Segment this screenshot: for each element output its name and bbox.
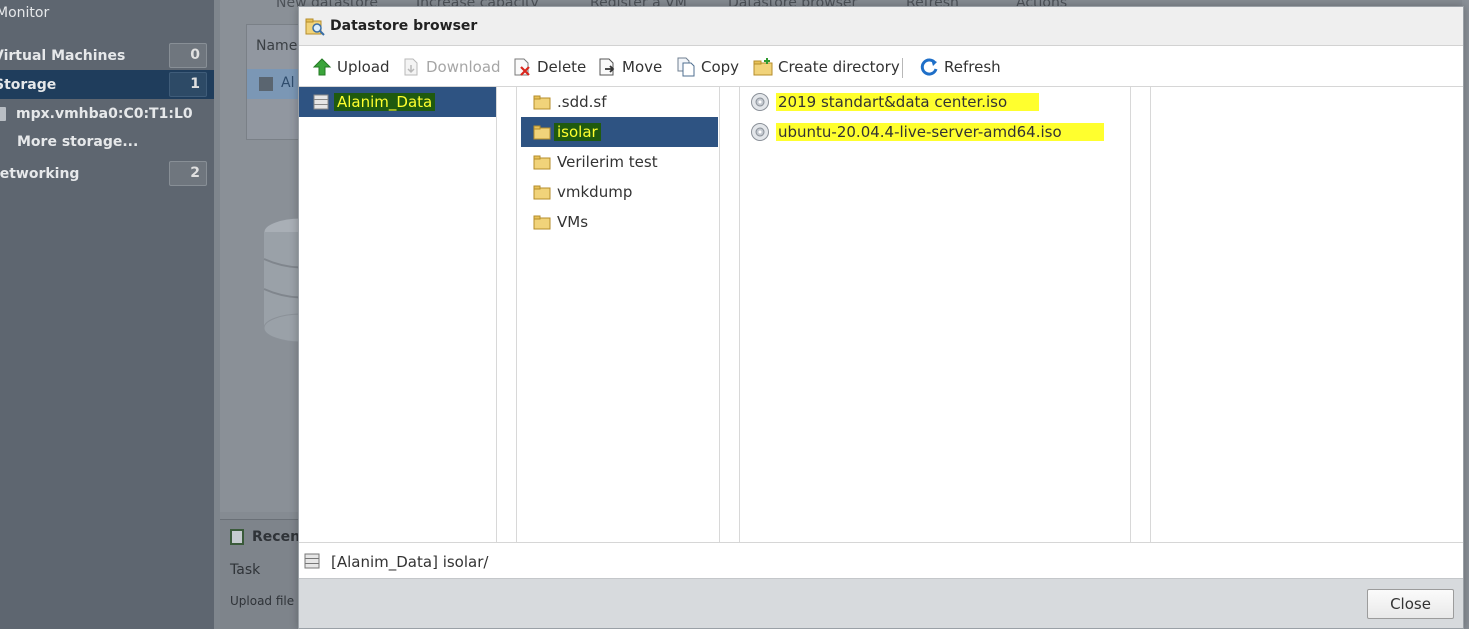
- create-directory-button[interactable]: Create directory: [753, 47, 900, 87]
- create-directory-label: Create directory: [778, 58, 900, 76]
- copy-label: Copy: [701, 58, 740, 76]
- folder-item-isolar[interactable]: isolar: [521, 117, 718, 147]
- disc-image-icon: [751, 93, 769, 111]
- folder-name: .sdd.sf: [557, 93, 607, 111]
- datastore-list: Alanim_Data |||: [299, 87, 519, 542]
- download-icon: [404, 58, 418, 76]
- file-item-ubuntu-iso[interactable]: ubuntu-20.04.4-live-server-amd64.iso: [750, 117, 1120, 147]
- file-details-pane: [1151, 87, 1463, 542]
- move-label: Move: [622, 58, 663, 76]
- folder-name: Verilerim test: [557, 153, 658, 171]
- dialog-footer: Close: [299, 578, 1463, 628]
- upload-button[interactable]: Upload: [312, 47, 390, 87]
- sidebar-item-mpx-device[interactable]: mpx.vmhba0:C0:T1:L0: [0, 99, 214, 128]
- folder-item-sdd-sf[interactable]: .sdd.sf: [521, 87, 718, 117]
- move-icon: [599, 58, 615, 76]
- upload-label: Upload: [337, 58, 390, 76]
- column-gutter: [497, 87, 517, 542]
- sidebar-item-label: Virtual Machines: [0, 47, 126, 64]
- folder-icon: [533, 125, 551, 140]
- sidebar-item-virtual-machines[interactable]: Virtual Machines 0: [0, 41, 214, 70]
- current-path: [Alanim_Data] isolar/: [331, 553, 489, 571]
- sidebar-item-label: Monitor: [0, 5, 50, 21]
- folder-list: .sdd.sf isolar Verilerim test vmkdump VM…: [517, 87, 741, 542]
- refresh-label: Refresh: [944, 58, 1001, 76]
- path-status-bar: [Alanim_Data] isolar/: [299, 542, 1463, 578]
- folder-icon: [533, 215, 551, 230]
- folder-name: isolar: [554, 123, 601, 141]
- folder-icon: [533, 155, 551, 170]
- file-name: ubuntu-20.04.4-live-server-amd64.iso: [776, 123, 1104, 141]
- download-label: Download: [426, 58, 501, 76]
- datastore-name: Alanim_Data: [334, 93, 436, 111]
- disc-image-icon: [751, 123, 769, 141]
- folder-item-vmkdump[interactable]: vmkdump: [521, 177, 718, 207]
- sidebar-item-label: More storage...: [17, 133, 139, 150]
- datastore-icon: [304, 553, 320, 569]
- copy-button[interactable]: Copy: [676, 47, 739, 87]
- column-gutter: [720, 87, 740, 542]
- datastore-browser-dialog: Datastore browser Upload Download Delete: [298, 6, 1464, 629]
- delete-button[interactable]: Delete: [512, 47, 586, 87]
- new-folder-icon: [753, 58, 773, 76]
- column-header-name: Name: [256, 38, 298, 54]
- datastore-browser-icon: [305, 18, 325, 36]
- upload-arrow-icon: [312, 58, 332, 76]
- file-item-2019-iso[interactable]: 2019 standart&data center.iso: [750, 87, 1120, 117]
- delete-label: Delete: [537, 58, 587, 76]
- sidebar-item-label: Storage: [0, 76, 57, 93]
- dialog-title: Datastore browser: [330, 18, 478, 34]
- refresh-icon: [920, 58, 938, 76]
- browser-toolbar: Upload Download Delete Move Copy Create …: [299, 47, 1463, 87]
- download-button[interactable]: Download: [401, 47, 501, 87]
- storage-icon: [0, 107, 6, 121]
- sidebar-item-networking[interactable]: Networking 2: [0, 159, 214, 188]
- folder-item-verilerim-test[interactable]: Verilerim test: [521, 147, 718, 177]
- folder-item-vms[interactable]: VMs: [521, 207, 718, 237]
- column-header-task: Task: [230, 562, 261, 578]
- sidebar-item-more-storage[interactable]: More storage...: [0, 127, 214, 156]
- column-gutter: [1131, 87, 1151, 542]
- datastore-name: Al: [281, 75, 295, 91]
- count-badge: 1: [169, 72, 207, 97]
- recent-tasks-panel: Recen Task Upload file t: [220, 519, 303, 629]
- tasks-icon: [230, 529, 244, 545]
- task-row: Upload file t: [230, 594, 303, 608]
- recent-tasks-title: Recen: [252, 529, 301, 545]
- datastore-icon: [313, 94, 329, 110]
- sidebar-item-label: Networking: [0, 165, 80, 182]
- datastore-icon: [259, 77, 273, 91]
- file-list: 2019 standart&data center.iso ubuntu-20.…: [740, 87, 1151, 542]
- count-badge: 0: [169, 43, 207, 68]
- datastore-grid: Name Al: [246, 24, 303, 140]
- dialog-titlebar[interactable]: Datastore browser: [299, 7, 1463, 46]
- refresh-button[interactable]: Refresh: [919, 47, 1001, 87]
- delete-icon: [514, 58, 530, 76]
- count-badge: 2: [169, 161, 207, 186]
- toolbar-separator: [902, 58, 903, 78]
- sidebar-item-label: mpx.vmhba0:C0:T1:L0: [16, 105, 193, 122]
- datastore-graphic-icon: [263, 217, 300, 343]
- copy-icon: [677, 57, 695, 77]
- folder-name: vmkdump: [557, 183, 633, 201]
- move-button[interactable]: Move: [597, 47, 662, 87]
- close-button[interactable]: Close: [1367, 589, 1454, 619]
- folder-name: VMs: [557, 213, 589, 231]
- file-name: 2019 standart&data center.iso: [776, 93, 1040, 111]
- folder-icon: [533, 185, 551, 200]
- sidebar-item-storage[interactable]: Storage 1: [0, 70, 214, 99]
- sidebar-item-monitor[interactable]: Monitor: [0, 0, 214, 29]
- navigator-sidebar: Monitor Virtual Machines 0 Storage 1 mpx…: [0, 0, 214, 629]
- table-row[interactable]: Al: [247, 69, 303, 99]
- datastore-item[interactable]: Alanim_Data: [299, 87, 496, 117]
- folder-icon: [533, 95, 551, 110]
